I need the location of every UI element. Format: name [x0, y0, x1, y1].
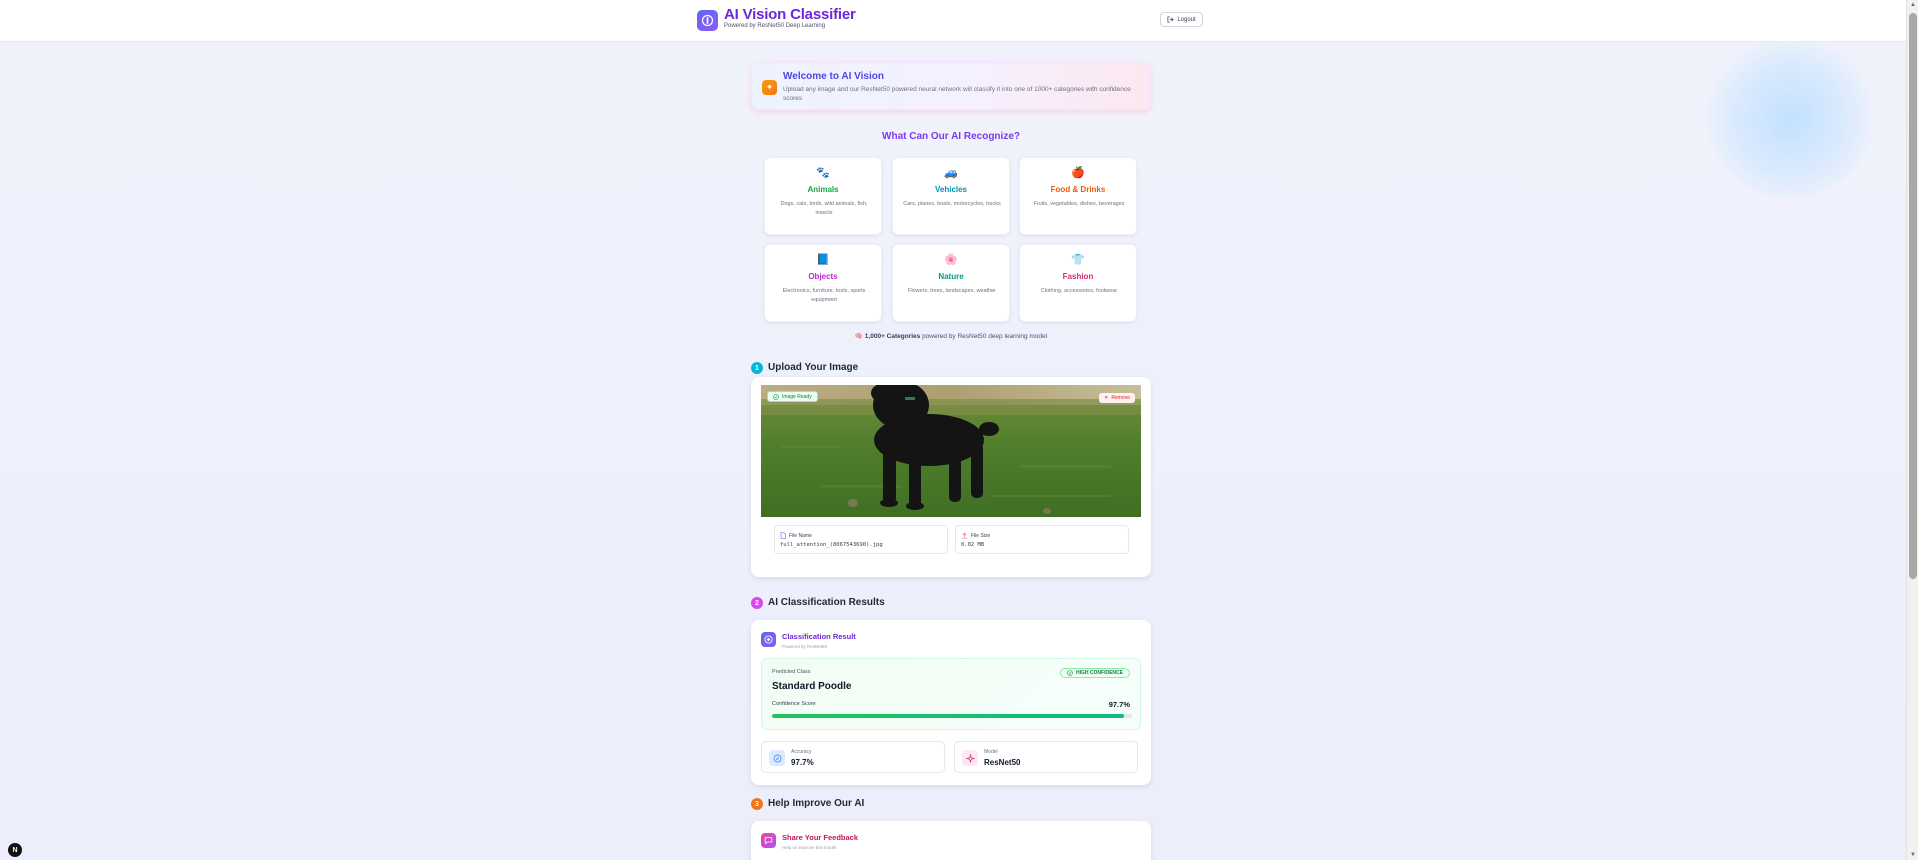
accuracy-label: Accuracy	[791, 749, 812, 755]
target-icon	[761, 632, 776, 647]
categories-note: 🧠 1,000+ Categories powered by ResNet50 …	[751, 332, 1151, 340]
file-size-label: File Size	[971, 532, 991, 539]
welcome-banner: ✦ Welcome to AI Vision Upload any image …	[751, 62, 1151, 110]
category-title: Objects	[808, 272, 838, 281]
message-icon	[761, 833, 776, 848]
feedback-card-title: Share Your Feedback	[782, 833, 859, 842]
category-desc: Clothing, accessories, footwear	[1040, 288, 1118, 294]
model-label: Model	[984, 749, 998, 755]
step-badge-3: 3	[751, 798, 763, 810]
model-value: ResNet50	[984, 758, 1021, 767]
upload-heading: Upload Your Image	[768, 362, 859, 373]
prediction-panel: Predicted Class Standard Poodle HIGH CON…	[761, 658, 1141, 730]
welcome-title: Welcome to AI Vision	[783, 71, 884, 82]
close-icon: ✕	[1104, 395, 1109, 401]
welcome-text: Upload any image and our ResNet50 powere…	[783, 86, 1131, 102]
file-size-value: 0.02 MB	[961, 542, 985, 548]
check-circle-icon	[1067, 670, 1073, 676]
file-name-label-row: File Name	[780, 532, 812, 539]
file-size-box: File Size 0.02 MB	[955, 525, 1129, 554]
target-icon	[769, 750, 785, 766]
confidence-score-label: Confidence Score	[772, 701, 816, 707]
category-title: Fashion	[1062, 272, 1094, 281]
uploaded-image-preview: Image Ready ✕ Remove	[761, 385, 1141, 517]
category-desc: Dogs, cats, birds, wild animals, fish, i…	[780, 201, 868, 216]
app-subtitle: Powered by ResNet50 Deep Learning	[724, 23, 826, 29]
car-icon: 🚙	[944, 167, 958, 179]
category-card-vehicles: 🚙 Vehicles Cars, planes, boats, motorcyc…	[892, 157, 1010, 235]
scrollbar-thumb[interactable]	[1909, 13, 1917, 579]
model-stat: Model ResNet50	[954, 741, 1138, 773]
logout-button[interactable]: Logout	[1160, 12, 1203, 27]
category-desc: Flowers, trees, landscapes, weather	[907, 288, 997, 294]
logout-icon	[1167, 16, 1174, 23]
classification-result-title: Classification Result	[782, 632, 856, 641]
category-title: Animals	[807, 185, 839, 194]
app-header: AI Vision Classifier Powered by ResNet50…	[0, 0, 1906, 42]
recognize-heading: What Can Our AI Recognize?	[882, 131, 1020, 142]
file-size-label-row: File Size	[961, 532, 990, 539]
category-title: Food & Drinks	[1050, 185, 1106, 194]
upload-card: Image Ready ✕ Remove File Name full_atte…	[751, 377, 1151, 577]
app-title: AI Vision Classifier	[724, 6, 856, 23]
decorative-blob	[1705, 38, 1875, 198]
categories-count: 1,000+ Categories	[864, 333, 921, 340]
results-heading: AI Classification Results	[768, 597, 885, 608]
category-title: Vehicles	[934, 185, 968, 194]
page: AI Vision Classifier Powered by ResNet50…	[0, 0, 1906, 860]
category-desc: Electronics, furniture, tools, sports eq…	[782, 288, 866, 303]
sparkle-icon: ✦	[762, 80, 777, 95]
step-badge-2: 2	[751, 597, 763, 609]
image-ready-label: Image Ready	[782, 393, 812, 400]
predicted-class-value: Standard Poodle	[772, 681, 852, 692]
remove-image-button[interactable]: ✕ Remove	[1099, 393, 1135, 403]
file-name-value: full_attention_(8067543690).jpg	[780, 542, 883, 548]
file-icon	[780, 532, 786, 539]
results-card: Classification Result Powered by ResNet5…	[751, 620, 1151, 785]
confidence-badge: HIGH CONFIDENCE	[1060, 668, 1130, 678]
confidence-badge-label: HIGH CONFIDENCE	[1076, 670, 1123, 676]
categories-note-text: powered by ResNet50 deep learning model	[920, 333, 1048, 340]
vertical-scrollbar[interactable]: ▲ ▼	[1906, 0, 1918, 860]
image-ready-badge: Image Ready	[767, 391, 818, 402]
feedback-card-subtitle: Help us improve this model	[782, 845, 837, 850]
upload-icon	[961, 532, 968, 539]
step-badge-1: 1	[751, 362, 763, 374]
remove-label: Remove	[1111, 395, 1130, 401]
sparkle-icon	[962, 750, 978, 766]
confidence-bar-fill	[772, 714, 1124, 718]
category-card-food: 🍎 Food & Drinks Fruits, vegetables, dish…	[1019, 157, 1137, 235]
scroll-down-arrow-icon[interactable]: ▼	[1909, 851, 1917, 859]
category-desc: Cars, planes, boats, motorcycles, trucks	[903, 201, 1001, 207]
apple-icon: 🍎	[1071, 167, 1085, 179]
paw-icon: 🐾	[816, 167, 830, 179]
feedback-card: Share Your Feedback Help us improve this…	[751, 821, 1151, 860]
category-title: Nature	[938, 272, 964, 281]
file-name-box: File Name full_attention_(8067543690).jp…	[774, 525, 948, 554]
category-card-fashion: 👕 Fashion Clothing, accessories, footwea…	[1019, 244, 1137, 322]
file-name-label: File Name	[789, 532, 812, 539]
brand-logo-icon	[697, 10, 718, 31]
flower-icon: 🌸	[944, 254, 958, 266]
accuracy-value: 97.7%	[791, 758, 814, 767]
category-card-animals: 🐾 Animals Dogs, cats, birds, wild animal…	[764, 157, 882, 235]
scroll-up-arrow-icon[interactable]: ▲	[1909, 1, 1917, 9]
feedback-heading: Help Improve Our AI	[768, 798, 865, 809]
category-card-objects: 📘 Objects Electronics, furniture, tools,…	[764, 244, 882, 322]
predicted-class-label: Predicted Class	[772, 669, 811, 675]
category-desc: Fruits, vegetables, dishes, beverages	[1033, 201, 1125, 207]
book-icon: 📘	[816, 254, 830, 266]
classification-result-subtitle: Powered by ResNet50	[782, 644, 828, 649]
category-card-nature: 🌸 Nature Flowers, trees, landscapes, wea…	[892, 244, 1010, 322]
accuracy-stat: Accuracy 97.7%	[761, 741, 945, 773]
check-circle-icon	[773, 393, 779, 400]
shirt-icon: 👕	[1071, 254, 1085, 266]
confidence-score-value: 97.7%	[1108, 700, 1130, 709]
brain-icon: 🧠	[854, 333, 863, 340]
logout-label: Logout	[1177, 16, 1196, 23]
dev-tools-badge[interactable]: N	[8, 843, 22, 857]
confidence-bar	[772, 714, 1132, 718]
